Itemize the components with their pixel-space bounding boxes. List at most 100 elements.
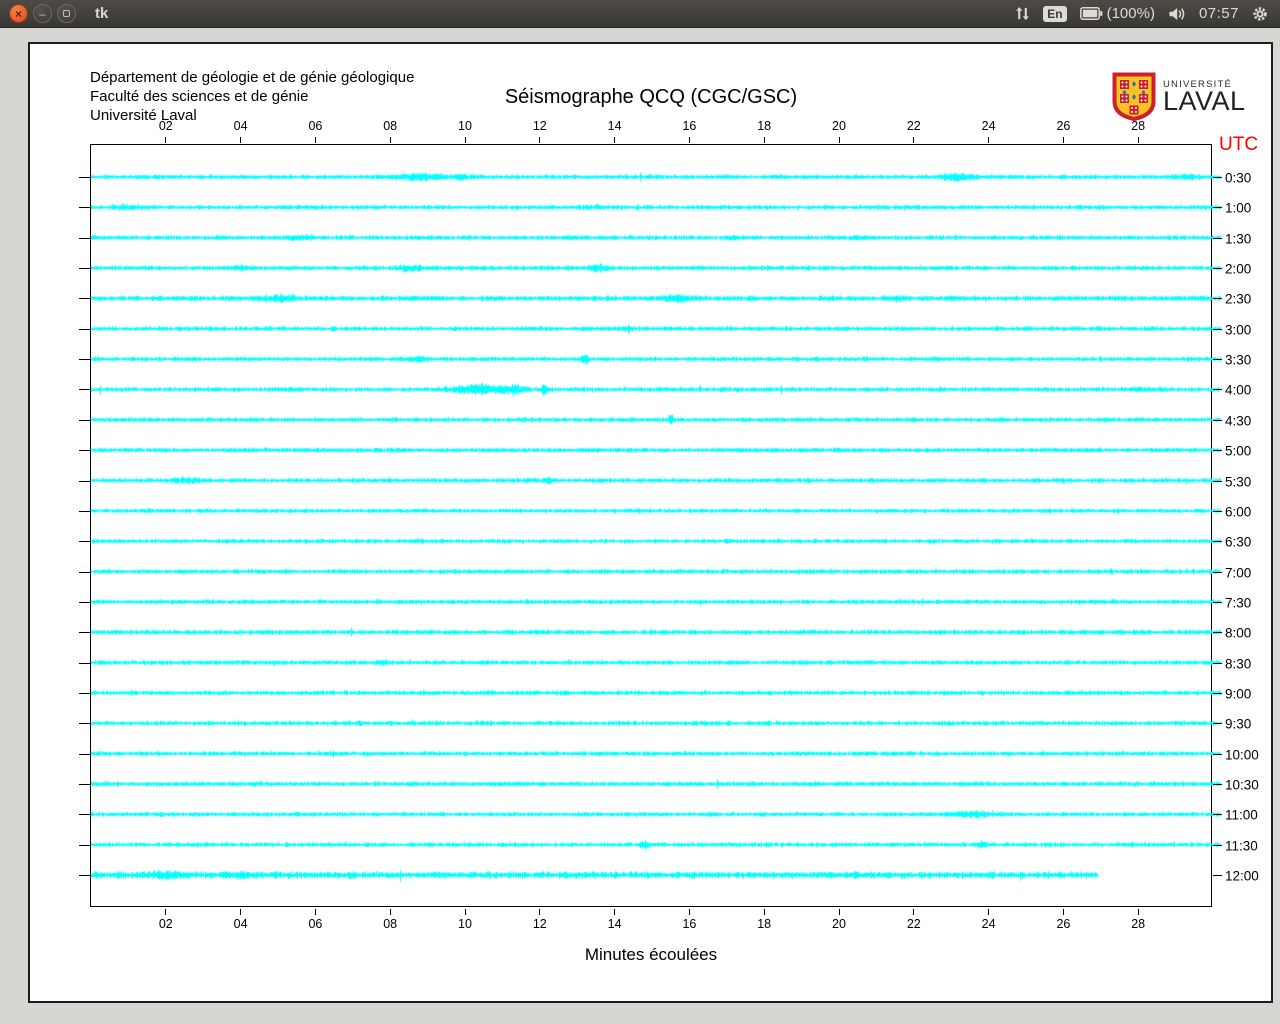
y-tick-right — [1213, 601, 1222, 603]
utc-time-label: 8:00 — [1225, 625, 1252, 641]
x-tick-top — [165, 137, 167, 143]
x-tick-top — [464, 137, 466, 143]
x-tick-label-bottom: 10 — [458, 917, 472, 931]
utc-time-label: 2:30 — [1225, 291, 1252, 307]
x-tick-bottom — [1137, 909, 1139, 915]
x-tick-label-bottom: 12 — [532, 917, 547, 931]
x-tick-label-bottom: 22 — [906, 917, 921, 931]
utc-time-label: 6:00 — [1225, 504, 1252, 520]
y-tick-left — [79, 541, 90, 543]
y-tick-right — [1213, 844, 1222, 846]
utc-time-label: 7:30 — [1225, 595, 1252, 611]
y-tick-right — [1213, 177, 1222, 178]
x-tick-label-top: 16 — [682, 119, 697, 133]
x-tick-top — [314, 137, 316, 143]
utc-time-label: 1:30 — [1225, 231, 1252, 247]
battery-icon — [1079, 7, 1102, 20]
y-tick-right — [1213, 662, 1222, 664]
y-tick-right — [1213, 207, 1222, 209]
x-tick-label-top: 22 — [906, 119, 921, 133]
y-tick-left — [79, 389, 90, 391]
x-tick-bottom — [389, 909, 391, 915]
x-tick-label-top: 04 — [233, 119, 248, 133]
y-tick-left — [79, 571, 90, 573]
laval-logo-text: UNIVERSITÉ LAVAL — [1163, 79, 1246, 115]
utc-time-label: 9:30 — [1225, 716, 1252, 732]
y-tick-right — [1213, 692, 1222, 694]
battery-indicator[interactable]: (100%) — [1079, 5, 1155, 22]
y-tick-left — [79, 692, 90, 694]
y-tick-right — [1213, 541, 1222, 543]
y-tick-right — [1213, 268, 1222, 270]
window-close-button[interactable]: × — [9, 4, 28, 23]
panel-indicators: En (100%) 07:57 — [1015, 5, 1280, 22]
x-tick-label-top: 14 — [607, 119, 622, 133]
x-tick-top — [614, 137, 616, 143]
y-tick-right — [1213, 419, 1222, 421]
clock[interactable]: 07:57 — [1199, 5, 1239, 22]
session-gear-icon[interactable] — [1252, 6, 1268, 22]
x-tick-label-top: 20 — [832, 119, 846, 133]
x-tick-bottom — [688, 909, 690, 915]
x-tick-label-bottom: 06 — [308, 917, 323, 931]
x-tick-label-top: 10 — [458, 119, 472, 133]
speaker-icon — [1169, 7, 1185, 20]
x-tick-label-top: 18 — [757, 119, 772, 133]
y-tick-right — [1213, 328, 1222, 330]
utc-time-label: 9:00 — [1225, 686, 1252, 702]
utc-time-label: 3:00 — [1225, 322, 1252, 338]
y-tick-right — [1213, 723, 1222, 725]
x-tick-label-bottom: 28 — [1131, 917, 1146, 931]
x-tick-label-bottom: 18 — [757, 917, 772, 931]
seismogram-traces-canvas — [91, 145, 1222, 908]
y-tick-left — [79, 784, 90, 785]
y-tick-left — [79, 753, 90, 755]
keyboard-layout-indicator[interactable]: En — [1043, 5, 1067, 22]
utc-time-label: 0:30 — [1225, 170, 1252, 186]
x-tick-label-bottom: 20 — [832, 917, 846, 931]
y-tick-right — [1213, 814, 1222, 816]
window-minimize-button[interactable]: – — [33, 4, 52, 23]
y-tick-right — [1213, 753, 1222, 755]
seismogram-plot: UTC 02 02 04 04 06 06 08 08 10 10 12 12 14 14 16 16 18 18… — [79, 119, 1259, 931]
utc-time-label: 5:30 — [1225, 474, 1252, 489]
x-tick-label-top: 12 — [532, 119, 547, 133]
y-tick-right — [1213, 298, 1222, 300]
x-tick-bottom — [165, 909, 167, 915]
utc-time-label: 11:00 — [1225, 807, 1258, 823]
y-tick-left — [79, 177, 90, 178]
window-title: tk — [95, 5, 109, 22]
x-tick-bottom — [464, 909, 466, 915]
x-tick-bottom — [763, 909, 765, 915]
y-tick-left — [79, 601, 90, 603]
x-tick-top — [240, 137, 242, 143]
y-tick-left — [79, 814, 90, 816]
network-updown-icon[interactable] — [1015, 6, 1030, 21]
utc-time-label: 5:00 — [1225, 443, 1252, 459]
sound-indicator[interactable] — [1168, 7, 1186, 21]
y-tick-left — [79, 328, 90, 330]
x-tick-top — [838, 137, 840, 143]
utc-time-label: 6:30 — [1225, 534, 1252, 550]
x-tick-label-top: 08 — [383, 119, 398, 133]
x-tick-bottom — [539, 909, 541, 915]
utc-time-label: 3:30 — [1225, 352, 1252, 368]
x-tick-top — [1062, 137, 1064, 143]
institution-line1: Département de géologie et de génie géol… — [90, 69, 415, 86]
utc-time-label: 8:30 — [1225, 656, 1252, 672]
chart-title: Séismographe QCQ (CGC/GSC) — [504, 86, 798, 108]
y-tick-right — [1213, 875, 1222, 877]
x-tick-bottom — [913, 909, 915, 915]
utc-time-label: 4:30 — [1225, 413, 1252, 429]
y-tick-left — [79, 298, 90, 300]
y-tick-right — [1213, 480, 1222, 482]
utc-time-label: 4:00 — [1225, 382, 1252, 398]
utc-axis-label: UTC — [1219, 134, 1259, 155]
y-tick-left — [79, 237, 90, 239]
logo-laval: LAVAL — [1163, 86, 1246, 116]
window-maximize-button[interactable] — [57, 4, 76, 23]
y-tick-left — [79, 844, 90, 846]
seismograph-window: Département de géologie et de génie géol… — [28, 42, 1273, 1003]
y-tick-right — [1213, 389, 1222, 391]
x-tick-bottom — [1062, 909, 1064, 915]
